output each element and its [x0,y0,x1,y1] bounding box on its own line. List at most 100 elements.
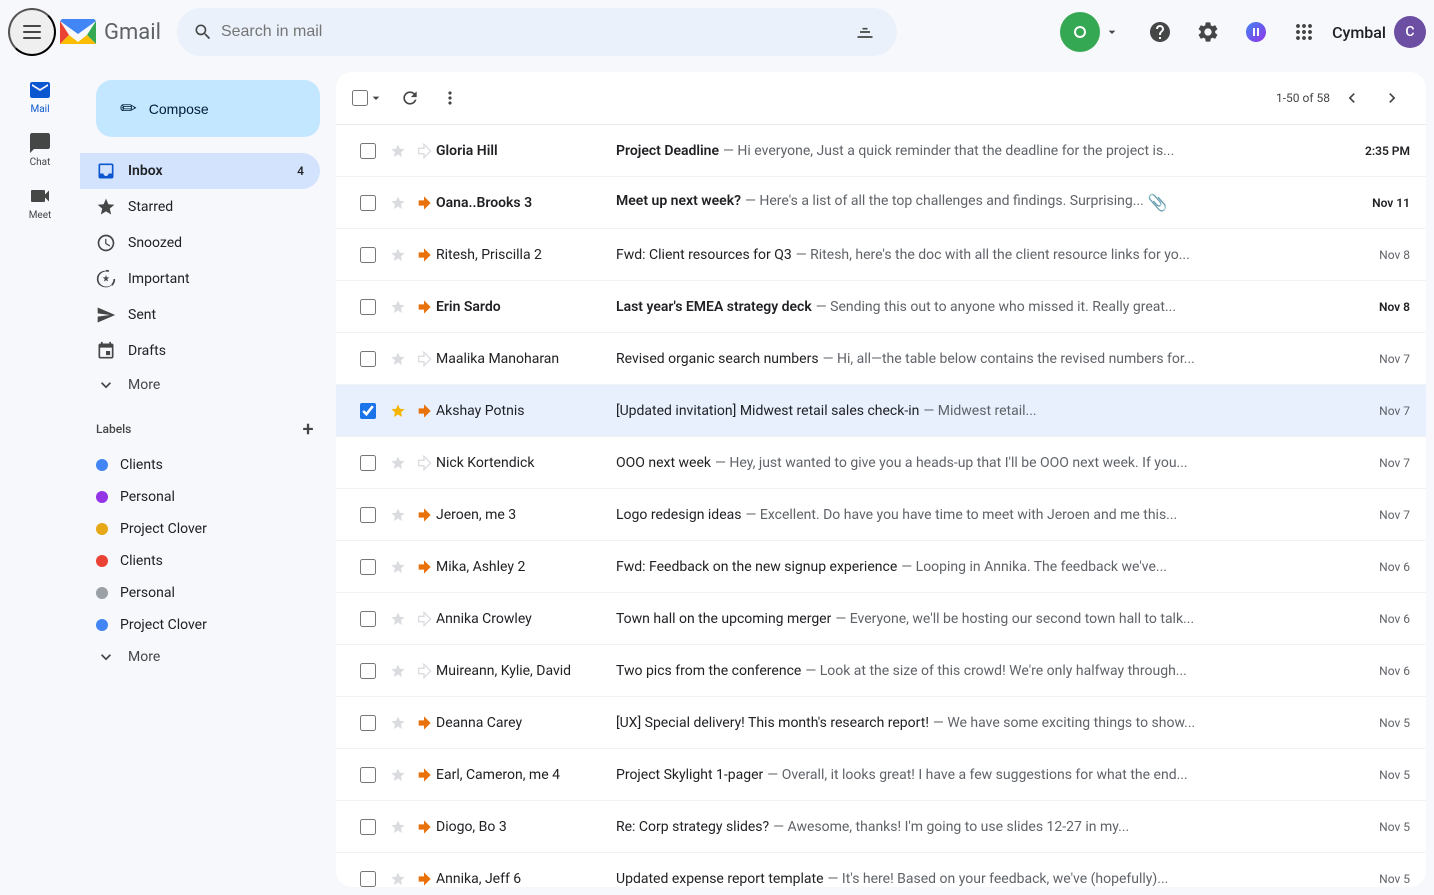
apps-btn[interactable] [1284,12,1324,52]
email-row[interactable]: Akshay Potnis [Updated invitation] Midwe… [336,385,1426,437]
nav-item-inbox[interactable]: Inbox 4 [80,153,320,189]
email-row[interactable]: Mika, Ashley 2 Fwd: Feedback on the new … [336,541,1426,593]
label-project-clover2[interactable]: Project Clover [80,609,320,641]
email-row[interactable]: Annika, Jeff 6 Updated expense report te… [336,853,1426,887]
nav-item-starred[interactable]: Starred [80,189,320,225]
label-clients1[interactable]: Clients [80,449,320,481]
nav-item-snoozed[interactable]: Snoozed [80,225,320,261]
star-btn-0[interactable] [384,143,412,159]
important-marker-icon [416,715,432,731]
search-filter-btn[interactable] [849,16,881,48]
status-btn[interactable] [1092,12,1132,52]
label-personal2[interactable]: Personal [80,577,320,609]
select-dropdown-btn[interactable] [364,86,388,110]
important-marker-icon [416,195,432,211]
star-btn-7[interactable] [384,507,412,523]
email-check-12 [352,767,384,783]
next-page-btn[interactable] [1374,80,1410,116]
email-checkbox-13[interactable] [360,819,376,835]
nav-item-more[interactable]: More [80,369,336,401]
star-btn-14[interactable] [384,871,412,887]
email-checkbox-3[interactable] [360,299,376,315]
email-row[interactable]: Gloria Hill Project Deadline — Hi everyo… [336,125,1426,177]
important-marker-icon [416,299,432,315]
email-row[interactable]: Maalika Manoharan Revised organic search… [336,333,1426,385]
star-btn-9[interactable] [384,611,412,627]
email-row[interactable]: Muireann, Kylie, David Two pics from the… [336,645,1426,697]
gemini-btn[interactable] [1236,12,1276,52]
email-row[interactable]: Jeroen, me 3 Logo redesign ideas — Excel… [336,489,1426,541]
label-personal1[interactable]: Personal [80,481,320,513]
labels-title: Labels [96,422,131,436]
labels-more[interactable]: More [80,641,336,673]
email-content-7: Logo redesign ideas — Excellent. Do have… [616,507,1330,523]
email-row[interactable]: Deanna Carey [UX] Special delivery! This… [336,697,1426,749]
prev-page-btn[interactable] [1334,80,1370,116]
sidebar-icon-mail[interactable]: Mail [20,72,60,121]
email-row[interactable]: Oana..Brooks 3 Meet up next week? — Here… [336,177,1426,229]
email-checkbox-2[interactable] [360,247,376,263]
more-nav-label: More [128,377,160,393]
email-checkbox-10[interactable] [360,663,376,679]
email-row[interactable]: Erin Sardo Last year's EMEA strategy dec… [336,281,1426,333]
star-btn-3[interactable] [384,299,412,315]
email-preview-3: — Sending this out to anyone who missed … [816,299,1176,315]
important-marker-icon [416,559,432,575]
sidebar-icon-chat[interactable]: Chat [20,125,60,174]
email-row[interactable]: Earl, Cameron, me 4 Project Skylight 1-p… [336,749,1426,801]
star-btn-13[interactable] [384,819,412,835]
email-row[interactable]: Nick Kortendick OOO next week — Hey, jus… [336,437,1426,489]
email-checkbox-6[interactable] [360,455,376,471]
settings-btn[interactable] [1188,12,1228,52]
email-subject-10: Two pics from the conference [616,663,801,679]
help-btn[interactable] [1140,12,1180,52]
email-preview-5: — Midwest retail... [923,403,1036,419]
email-row[interactable]: Diogo, Bo 3 Re: Corp strategy slides? — … [336,801,1426,853]
select-all-container [352,86,388,110]
more-options-btn[interactable] [432,80,468,116]
avatar[interactable]: C [1394,16,1426,48]
star-btn-6[interactable] [384,455,412,471]
refresh-btn[interactable] [392,80,428,116]
label-project-clover1[interactable]: Project Clover [80,513,320,545]
search-input[interactable] [221,23,841,41]
email-checkbox-12[interactable] [360,767,376,783]
email-content-11: [UX] Special delivery! This month's rese… [616,715,1330,731]
email-sender-12: Earl, Cameron, me 4 [436,767,616,783]
email-checkbox-4[interactable] [360,351,376,367]
email-checkbox-11[interactable] [360,715,376,731]
star-btn-12[interactable] [384,767,412,783]
star-btn-5[interactable] [384,403,412,419]
email-content-10: Two pics from the conference — Look at t… [616,663,1330,679]
star-btn-1[interactable] [384,195,412,211]
label-clients2[interactable]: Clients [80,545,320,577]
nav-item-drafts[interactable]: Drafts [80,333,320,369]
email-checkbox-1[interactable] [360,195,376,211]
email-checkbox-9[interactable] [360,611,376,627]
email-checkbox-5[interactable] [360,403,376,419]
sidebar-icon-meet[interactable]: Meet [20,178,60,227]
nav-item-important[interactable]: Important [80,261,320,297]
email-checkbox-7[interactable] [360,507,376,523]
star-btn-8[interactable] [384,559,412,575]
hamburger-menu[interactable] [8,8,56,56]
add-label-btn[interactable]: + [296,417,320,441]
email-time-0: 2:35 PM [1330,144,1410,158]
email-row[interactable]: Ritesh, Priscilla 2 Fwd: Client resource… [336,229,1426,281]
label-dot-personal2 [96,587,108,599]
star-btn-10[interactable] [384,663,412,679]
nav-item-sent[interactable]: Sent [80,297,320,333]
email-checkbox-14[interactable] [360,871,376,887]
star-btn-4[interactable] [384,351,412,367]
email-preview-8: — Looping in Annika. The feedback we've.… [901,559,1167,575]
email-checkbox-0[interactable] [360,143,376,159]
email-sender-0: Gloria Hill [436,143,616,159]
email-checkbox-8[interactable] [360,559,376,575]
star-btn-2[interactable] [384,247,412,263]
email-row[interactable]: Annika Crowley Town hall on the upcoming… [336,593,1426,645]
compose-button[interactable]: ✏ Compose [96,80,320,137]
status-group [1060,12,1132,52]
search-input-wrapper[interactable] [177,8,897,56]
important-marker-0 [412,143,436,159]
star-btn-11[interactable] [384,715,412,731]
